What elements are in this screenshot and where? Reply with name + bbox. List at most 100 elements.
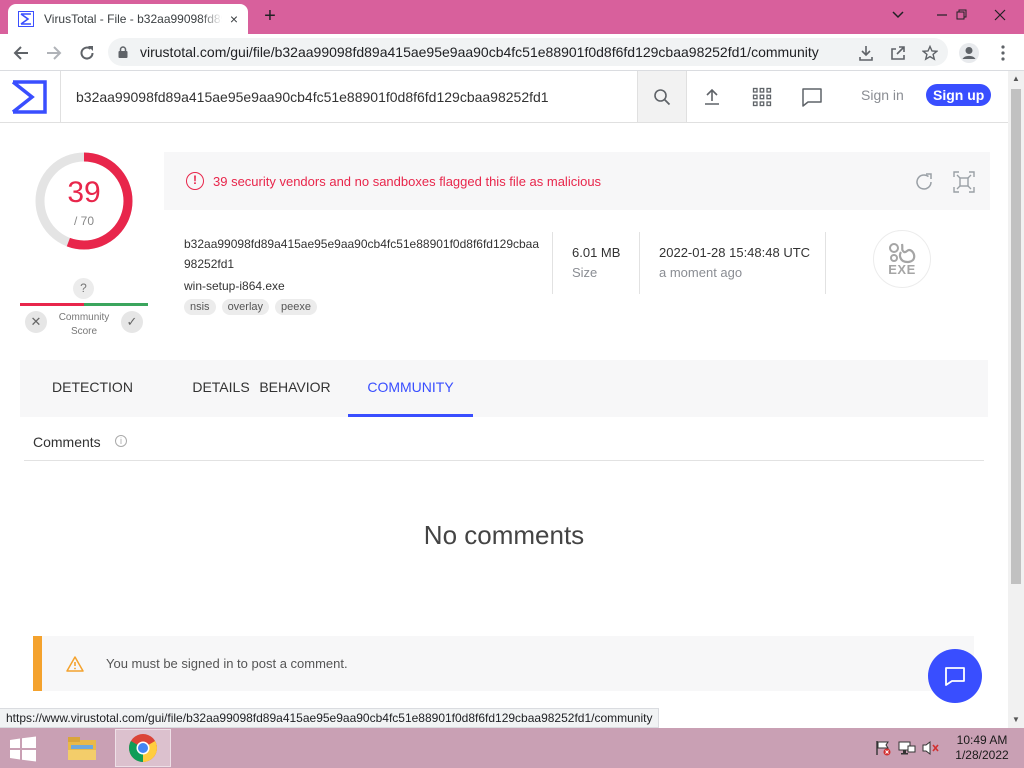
detection-count: 39 xyxy=(67,176,101,209)
vt-search-input[interactable]: b32aa99098fd89a415ae95e9aa90cb4fc51e8890… xyxy=(60,71,637,122)
browser-tab[interactable]: VirusTotal - File - b32aa99098fd89a415ae… xyxy=(8,4,248,34)
page-scrollbar[interactable]: ▲ ▼ xyxy=(1008,71,1024,728)
chrome-icon xyxy=(129,734,157,762)
similar-files-button[interactable] xyxy=(952,170,976,194)
chat-icon xyxy=(802,88,822,107)
tab-title: VirusTotal - File - b32aa99098fd89a415ae… xyxy=(43,12,222,26)
system-clock[interactable]: 10:49 AM 1/28/2022 xyxy=(948,733,1016,763)
vt-content: 39 / 70 ? ✕ Community Score ✓ ! 39 secur… xyxy=(0,124,1008,728)
sign-up-button[interactable]: Sign up xyxy=(926,84,992,106)
vote-harmful-button[interactable]: ✕ xyxy=(25,311,47,333)
back-icon xyxy=(13,46,28,60)
file-size-value: 6.01 MB xyxy=(572,245,621,260)
active-tab-indicator xyxy=(348,414,473,417)
forward-icon xyxy=(47,46,62,60)
status-url: https://www.virustotal.com/gui/file/b32a… xyxy=(0,708,660,728)
report-tabs: DETECTION DETAILS BEHAVIOR COMMUNITY xyxy=(20,360,988,417)
url-text: virustotal.com/gui/file/b32aa99098fd89a4… xyxy=(140,44,819,60)
scroll-down-icon[interactable]: ▼ xyxy=(1008,712,1024,728)
clock-time: 10:49 AM xyxy=(956,733,1008,747)
warning-icon xyxy=(66,655,84,672)
comments-heading: Comments xyxy=(33,434,101,450)
chrome-menu-button[interactable] xyxy=(990,40,1016,66)
lock-icon xyxy=(118,46,128,58)
menu-icon xyxy=(1001,45,1005,61)
star-icon[interactable] xyxy=(920,43,940,63)
chevron-down-icon xyxy=(892,11,904,19)
window-close-button[interactable] xyxy=(980,0,1020,30)
reanalyze-icon xyxy=(916,173,932,190)
community-score-label: Community Score xyxy=(58,312,110,337)
virustotal-favicon-icon xyxy=(18,11,34,27)
flag-icon[interactable] xyxy=(874,740,892,756)
restore-icon xyxy=(956,9,967,20)
exe-file-icon xyxy=(889,242,916,263)
scan-date-value: 2022-01-28 15:48:48 UTC xyxy=(659,245,811,260)
no-comments-message: No comments xyxy=(423,520,585,550)
file-explorer-icon xyxy=(68,737,96,760)
chat-fab-button[interactable] xyxy=(928,649,982,703)
apps-grid-icon xyxy=(752,87,772,107)
file-size-label: Size xyxy=(572,265,598,280)
community-score-value: ? xyxy=(73,278,94,299)
file-explorer-taskbar-button[interactable] xyxy=(54,729,110,767)
minimize-button[interactable] xyxy=(878,0,918,30)
tab-detection[interactable]: DETECTION xyxy=(20,360,165,417)
tab-behavior[interactable]: BEHAVIOR xyxy=(245,360,345,417)
scroll-up-icon[interactable]: ▲ xyxy=(1008,71,1024,87)
reanalyze-button[interactable] xyxy=(912,170,936,194)
scan-date-relative: a moment ago xyxy=(659,265,743,280)
file-tags: nsis overlay peexe xyxy=(184,299,318,315)
apps-grid-button[interactable] xyxy=(750,85,774,109)
file-type-badge: EXE xyxy=(873,230,931,288)
vt-search-button[interactable] xyxy=(637,71,687,122)
back-button[interactable] xyxy=(8,40,34,66)
signin-warning: You must be signed in to post a comment. xyxy=(33,636,974,691)
similar-icon xyxy=(953,171,975,193)
upload-button[interactable] xyxy=(700,85,724,109)
browser-tab-strip: VirusTotal - File - b32aa99098fd89a415ae… xyxy=(0,0,1024,34)
community-score-bar xyxy=(20,303,148,306)
file-tag[interactable]: nsis xyxy=(184,299,216,315)
windows-taskbar: 10:49 AM 1/28/2022 xyxy=(0,728,1024,768)
file-hash[interactable]: b32aa99098fd89a415ae95e9aa90cb4fc51e8890… xyxy=(184,234,544,274)
forward-button[interactable] xyxy=(41,40,67,66)
chat-fab-icon xyxy=(945,667,965,686)
divider xyxy=(825,232,826,294)
file-tag[interactable]: peexe xyxy=(275,299,318,315)
scrollbar-thumb[interactable] xyxy=(1011,89,1021,584)
search-icon xyxy=(654,88,671,105)
tab-close-icon[interactable]: × xyxy=(230,11,238,27)
vote-harmless-button[interactable]: ✓ xyxy=(121,311,143,333)
new-tab-button[interactable]: + xyxy=(258,6,282,28)
sign-in-link[interactable]: Sign in xyxy=(861,87,904,103)
reload-icon xyxy=(80,46,94,60)
network-icon[interactable] xyxy=(898,740,916,756)
windows-start-icon[interactable] xyxy=(8,736,38,762)
chat-button[interactable] xyxy=(800,85,824,109)
profile-icon xyxy=(959,43,979,63)
vt-header: b32aa99098fd89a415ae95e9aa90cb4fc51e8890… xyxy=(0,71,1008,123)
reload-button[interactable] xyxy=(74,40,100,66)
tab-community[interactable]: COMMUNITY xyxy=(348,360,473,417)
download-icon[interactable] xyxy=(856,43,876,63)
alert-text: 39 security vendors and no sandboxes fla… xyxy=(213,173,602,189)
volume-muted-icon[interactable] xyxy=(922,740,940,756)
close-icon xyxy=(994,9,1006,21)
profile-button[interactable] xyxy=(956,40,982,66)
divider xyxy=(24,460,984,461)
address-bar[interactable]: virustotal.com/gui/file/b32aa99098fd89a4… xyxy=(108,38,948,66)
info-icon[interactable]: i xyxy=(115,435,127,447)
signin-warning-text: You must be signed in to post a comment. xyxy=(106,656,348,671)
alert-icon: ! xyxy=(186,172,204,190)
share-icon[interactable] xyxy=(888,43,908,63)
file-name: win-setup-i864.exe xyxy=(184,279,285,293)
file-type-text: EXE xyxy=(888,261,916,277)
divider xyxy=(552,232,553,294)
restore-button[interactable] xyxy=(942,0,982,30)
browser-toolbar: virustotal.com/gui/file/b32aa99098fd89a4… xyxy=(0,34,1024,71)
file-tag[interactable]: overlay xyxy=(221,299,270,315)
virustotal-logo[interactable] xyxy=(10,79,48,115)
malicious-alert: ! 39 security vendors and no sandboxes f… xyxy=(164,152,990,210)
chrome-taskbar-button[interactable] xyxy=(115,729,171,767)
